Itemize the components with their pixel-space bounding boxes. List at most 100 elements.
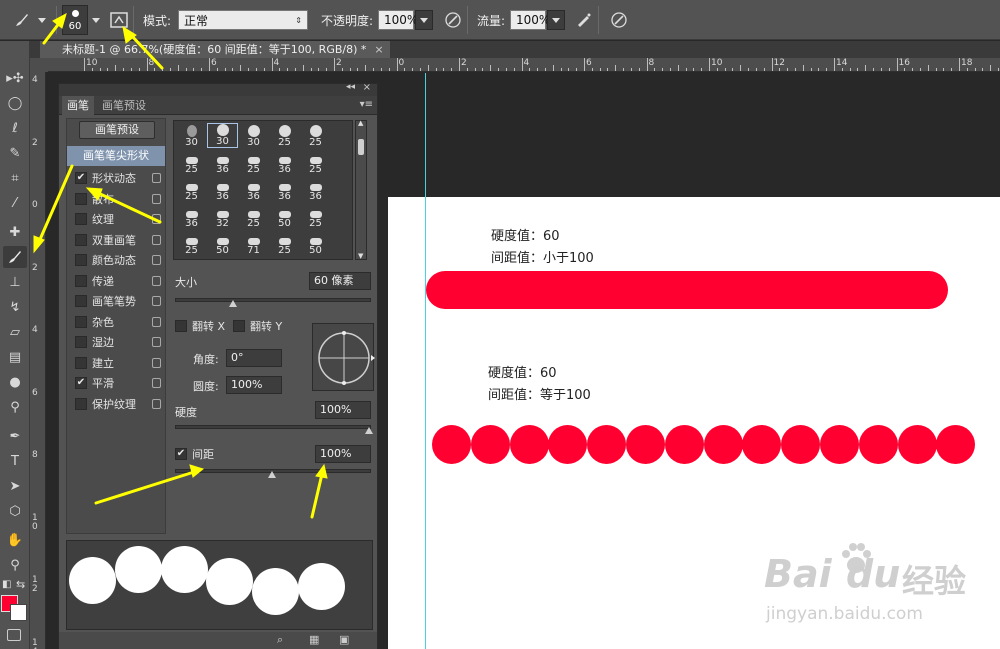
brush-tip-cell[interactable]: 50 (300, 231, 331, 256)
brush-option-item[interactable]: 建立 (67, 353, 165, 373)
brush-grid-scrollbar[interactable]: ▲ ▼ (355, 119, 367, 260)
brush-option-checkbox[interactable] (75, 254, 87, 266)
brush-option-checkbox[interactable] (75, 233, 87, 246)
lock-icon[interactable] (152, 275, 161, 286)
brush-option-item[interactable]: 散布 (67, 189, 165, 209)
brush-option-checkbox[interactable] (75, 274, 87, 287)
brush-presets-button[interactable]: 画笔预设 (79, 121, 155, 139)
brush-option-item[interactable]: ✔ 平滑 (67, 373, 165, 393)
spacing-slider-knob[interactable] (268, 471, 276, 478)
hardness-input[interactable]: 100% (315, 401, 371, 419)
brush-tip-cell[interactable]: 25 (269, 231, 300, 256)
brush-tip-cell[interactable]: 50 (207, 231, 238, 256)
brush-tip-cell[interactable]: 30 (207, 123, 238, 148)
tablet-pressure-opacity-button[interactable] (442, 0, 464, 40)
flow-slider-button[interactable] (547, 10, 565, 30)
size-input[interactable]: 60 像素 (309, 272, 371, 290)
flip-y-checkbox[interactable] (233, 320, 245, 332)
path-selection-tool[interactable]: ➤ (3, 475, 27, 497)
quick-selection-tool[interactable]: ✎ (3, 142, 27, 164)
collapse-panel-icon[interactable]: ◂◂ (346, 82, 355, 92)
lock-icon[interactable] (152, 173, 161, 183)
close-tab-button[interactable]: × (374, 43, 383, 56)
lock-icon[interactable] (152, 357, 161, 368)
brush-option-item[interactable]: ✔ 形状动态 (67, 168, 165, 188)
brush-option-checkbox[interactable] (75, 315, 87, 328)
brush-tip-cell[interactable]: 30 (176, 123, 207, 148)
blend-mode-select[interactable]: 正常 ⇕ (178, 10, 308, 30)
brush-tip-cell[interactable]: 25 (238, 150, 269, 175)
toggle-brush-panel-button[interactable] (108, 0, 130, 40)
spacing-checkbox[interactable]: ✔ (175, 448, 187, 460)
type-tool[interactable]: T (3, 450, 27, 472)
brush-option-item[interactable]: 杂色 (67, 312, 165, 332)
flip-y-option[interactable]: 翻转 Y (233, 318, 282, 334)
brush-option-checkbox[interactable] (75, 356, 87, 369)
lock-icon[interactable] (152, 337, 161, 347)
lock-icon[interactable] (152, 234, 161, 245)
marquee-tool[interactable]: ◯ (3, 92, 27, 114)
brush-tip-cell[interactable]: 25 (238, 204, 269, 229)
move-tool[interactable]: ▸✣ (3, 67, 27, 89)
close-panel-icon[interactable]: × (363, 82, 371, 93)
default-colors-icon[interactable]: ◧ (2, 579, 11, 590)
scroll-thumb[interactable] (358, 139, 364, 155)
size-slider-knob[interactable] (229, 300, 237, 307)
size-slider[interactable] (175, 298, 371, 302)
brush-tip-cell[interactable]: 36 (300, 177, 331, 202)
angle-input[interactable]: 0° (226, 349, 282, 367)
hardness-slider-knob[interactable] (365, 427, 373, 434)
brush-tip-cell[interactable]: 30 (238, 123, 269, 148)
lasso-tool[interactable]: ℓ (3, 117, 27, 139)
lock-icon[interactable] (152, 214, 161, 224)
new-brush-icon[interactable]: ▣ (339, 633, 349, 646)
history-brush-tool[interactable]: ↯ (3, 296, 27, 318)
brush-option-checkbox[interactable] (75, 397, 87, 410)
panel-menu-icon[interactable]: ▾≡ (360, 99, 373, 110)
brush-tip-cell[interactable]: 25 (269, 123, 300, 148)
background-color-swatch[interactable] (10, 604, 27, 621)
hand-tool[interactable]: ✋ (3, 529, 27, 551)
pen-tool[interactable]: ✒ (3, 425, 27, 447)
zoom-tool[interactable]: ⚲ (3, 554, 27, 576)
blur-tool[interactable]: ● (3, 371, 27, 393)
brush-tip-cell[interactable]: 36 (269, 150, 300, 175)
brush-tip-cell[interactable]: 36 (238, 177, 269, 202)
brush-tip-cell[interactable]: 25 (176, 177, 207, 202)
brush-option-checkbox[interactable] (75, 295, 87, 307)
brush-option-checkbox[interactable]: ✔ (75, 377, 87, 389)
angle-roundness-widget[interactable] (312, 323, 375, 391)
brush-option-item[interactable]: 双重画笔 (67, 230, 165, 250)
brush-tool[interactable] (3, 246, 27, 268)
crop-tool[interactable]: ⌗ (3, 167, 27, 189)
brush-option-checkbox[interactable]: ✔ (75, 172, 87, 184)
tablet-pressure-size-button[interactable] (608, 0, 630, 40)
brush-tip-cell[interactable]: 36 (176, 204, 207, 229)
swap-colors-icon[interactable]: ⇆ (16, 578, 25, 591)
brush-tool-preset-picker[interactable] (12, 0, 46, 40)
brush-option-item[interactable]: 颜色动态 (67, 250, 165, 270)
brush-option-checkbox[interactable] (75, 192, 87, 205)
brush-tip-cell[interactable]: 36 (207, 150, 238, 175)
brush-option-checkbox[interactable] (75, 213, 87, 225)
brush-tip-cell[interactable]: 50 (269, 204, 300, 229)
document-tab[interactable]: 未标题-1 @ 66.7%(硬度值：60 间距值：等于100, RGB/8) *… (40, 41, 390, 58)
brush-option-item[interactable]: 纹理 (67, 209, 165, 229)
brush-tip-cell[interactable]: 71 (238, 231, 269, 256)
brush-tip-cell[interactable]: 36 (207, 177, 238, 202)
flip-x-checkbox[interactable] (175, 320, 187, 332)
brush-option-item[interactable]: 湿边 (67, 332, 165, 352)
eyedropper-tool[interactable]: ⁄ (3, 192, 27, 214)
lock-icon[interactable] (152, 255, 161, 265)
brush-tip-shape-item[interactable]: 画笔笔尖形状 (67, 146, 165, 166)
grid-view-icon[interactable]: ▦ (309, 633, 319, 646)
healing-brush-tool[interactable]: ✚ (3, 221, 27, 243)
brush-tip-cell[interactable]: 25 (176, 150, 207, 175)
lock-icon[interactable] (152, 398, 161, 409)
brush-option-item[interactable]: 保护纹理 (67, 394, 165, 414)
roundness-input[interactable]: 100% (226, 376, 282, 394)
gradient-tool[interactable]: ▤ (3, 346, 27, 368)
flow-input[interactable]: 100% (510, 10, 550, 30)
shape-tool[interactable]: ⬡ (3, 500, 27, 522)
brush-tip-cell[interactable]: 25 (300, 204, 331, 229)
